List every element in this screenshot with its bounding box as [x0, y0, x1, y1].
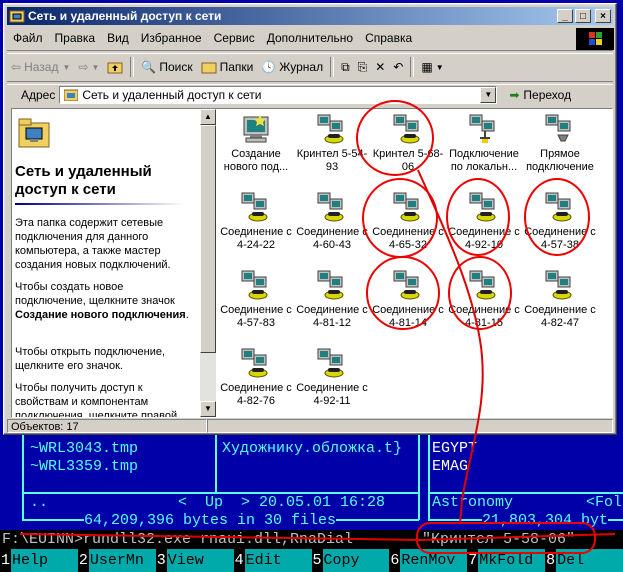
annotation-arrow [19, 169, 616, 542]
